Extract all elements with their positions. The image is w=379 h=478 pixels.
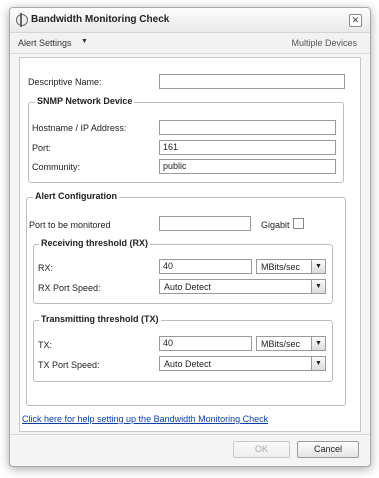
dialog-window: Bandwidth Monitoring Check ✕ Alert Setti… xyxy=(9,7,371,467)
tx-unit-value: MBits/sec xyxy=(261,339,301,349)
close-icon[interactable]: ✕ xyxy=(349,14,362,27)
multiple-devices-link[interactable]: Multiple Devices xyxy=(291,38,357,48)
rx-group-title: Receiving threshold (RX) xyxy=(39,238,151,248)
receiving-threshold-group xyxy=(33,244,333,304)
tx-port-speed-value: Auto Detect xyxy=(164,359,212,369)
footer-divider xyxy=(10,434,370,435)
port-monitored-input[interactable] xyxy=(159,216,251,231)
form-panel: Descriptive Name: SNMP Network Device Ho… xyxy=(19,57,361,432)
rx-port-speed-select[interactable]: Auto Detect ▼ xyxy=(159,279,326,294)
community-label: Community: xyxy=(32,162,81,172)
port-monitored-label: Port to be monitored xyxy=(29,220,111,230)
port-input[interactable]: 161 xyxy=(159,140,336,155)
port-label: Port: xyxy=(32,143,52,153)
chevron-down-icon[interactable]: ▼ xyxy=(311,260,325,273)
app-icon xyxy=(16,13,28,27)
tx-unit-select[interactable]: MBits/sec ▼ xyxy=(256,336,326,351)
toolbar: Alert Settings ▼ Multiple Devices xyxy=(10,33,370,54)
cancel-button[interactable]: Cancel xyxy=(297,441,359,458)
descriptive-name-input[interactable] xyxy=(159,74,345,89)
tx-group-title: Transmitting threshold (TX) xyxy=(39,314,161,324)
chevron-down-icon[interactable]: ▼ xyxy=(311,337,325,350)
snmp-group-title: SNMP Network Device xyxy=(35,96,135,106)
rx-port-speed-label: RX Port Speed: xyxy=(38,283,101,293)
rx-port-speed-value: Auto Detect xyxy=(164,282,212,292)
rx-label: RX: xyxy=(38,263,54,273)
hostname-label: Hostname / IP Address: xyxy=(32,123,127,133)
chevron-down-icon[interactable]: ▼ xyxy=(311,280,325,293)
alert-group-title: Alert Configuration xyxy=(33,191,119,201)
hostname-input[interactable] xyxy=(159,120,336,135)
community-input[interactable]: public xyxy=(159,159,336,174)
help-link[interactable]: Click here for help setting up the Bandw… xyxy=(22,414,268,424)
transmitting-threshold-group xyxy=(33,320,333,382)
title-bar[interactable]: Bandwidth Monitoring Check ✕ xyxy=(10,8,370,33)
ok-button[interactable]: OK xyxy=(233,441,290,458)
tx-value-input[interactable]: 40 xyxy=(159,336,252,351)
rx-unit-select[interactable]: MBits/sec ▼ xyxy=(256,259,326,274)
gigabit-checkbox[interactable] xyxy=(293,218,304,229)
window-title: Bandwidth Monitoring Check xyxy=(31,14,170,25)
rx-value-input[interactable]: 40 xyxy=(159,259,252,274)
alert-settings-menu[interactable]: Alert Settings xyxy=(18,38,72,48)
tx-port-speed-label: TX Port Speed: xyxy=(38,360,100,370)
gigabit-label: Gigabit xyxy=(261,220,290,230)
chevron-down-icon[interactable]: ▼ xyxy=(81,38,88,45)
descriptive-name-label: Descriptive Name: xyxy=(28,77,102,87)
rx-unit-value: MBits/sec xyxy=(261,262,301,272)
tx-port-speed-select[interactable]: Auto Detect ▼ xyxy=(159,356,326,371)
chevron-down-icon[interactable]: ▼ xyxy=(311,357,325,370)
tx-label: TX: xyxy=(38,340,53,350)
